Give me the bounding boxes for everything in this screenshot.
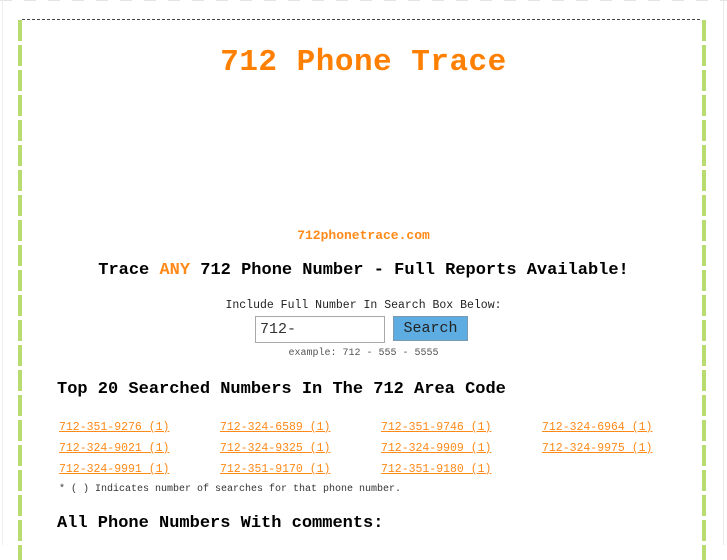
- box-top-dashed-border: [22, 19, 702, 20]
- box-left-green-border: [18, 20, 22, 560]
- phone-number-link[interactable]: 712-324-9325 (1): [220, 441, 381, 457]
- tagline-suffix: 712 Phone Number - Full Reports Availabl…: [190, 261, 629, 280]
- tagline-prefix: Trace: [98, 261, 160, 280]
- phone-number-link[interactable]: 712-351-9170 (1): [220, 462, 381, 478]
- box-right-green-border: [702, 20, 706, 560]
- phone-number-link[interactable]: 712-324-9991 (1): [59, 462, 220, 478]
- search-instructions: Include Full Number In Search Box Below:: [225, 299, 502, 312]
- phone-number-link[interactable]: 712-324-6589 (1): [220, 420, 381, 436]
- search-button[interactable]: Search: [393, 316, 468, 341]
- top-dashed-border-faint: [0, 0, 727, 4]
- phone-search-input[interactable]: [255, 316, 385, 343]
- top-searched-numbers: 712-351-9276 (1) 712-324-6589 (1) 712-35…: [59, 420, 699, 478]
- phone-number-link[interactable]: 712-324-9021 (1): [59, 441, 220, 457]
- phone-number-link[interactable]: 712-351-9276 (1): [59, 420, 220, 436]
- phone-number-link[interactable]: 712-324-9975 (1): [542, 441, 703, 457]
- comments-heading: All Phone Numbers With comments:: [57, 514, 384, 533]
- top-searched-heading: Top 20 Searched Numbers In The 712 Area …: [57, 380, 506, 399]
- search-example: example: 712 - 555 - 5555: [288, 348, 439, 359]
- phone-number-link[interactable]: 712-324-6964 (1): [542, 420, 703, 436]
- searches-footnote: * ( ) Indicates number of searches for t…: [59, 484, 402, 495]
- phone-number-link[interactable]: 712-351-9746 (1): [381, 420, 542, 436]
- phone-number-link[interactable]: 712-324-9909 (1): [381, 441, 542, 457]
- tagline: Trace ANY 712 Phone Number - Full Report…: [0, 261, 727, 280]
- phone-number-link[interactable]: 712-351-9180 (1): [381, 462, 542, 478]
- tagline-accent: ANY: [159, 261, 191, 280]
- site-domain: 712phonetrace.com: [297, 228, 430, 243]
- main-content-box: [18, 19, 708, 560]
- site-title: 712 Phone Trace: [220, 45, 507, 80]
